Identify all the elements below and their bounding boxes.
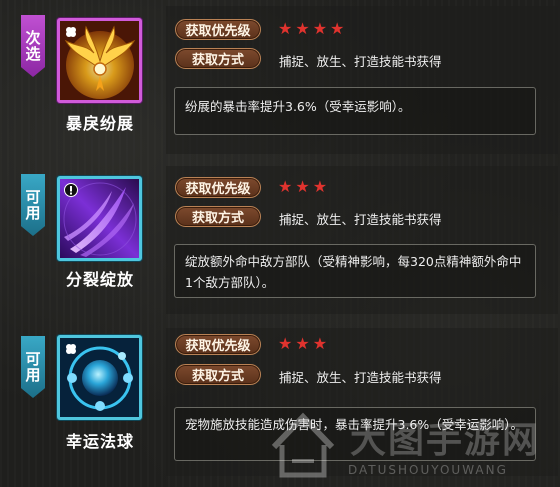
star-icon: ★ [330, 19, 345, 38]
priority-stars: ★ ★ ★ [278, 336, 327, 352]
skill-tag: 可用 [21, 336, 45, 398]
priority-stars: ★ ★ ★ [278, 179, 327, 195]
priority-label[interactable]: 获取优先级 [175, 19, 261, 40]
skill-icon-frame[interactable] [57, 176, 142, 261]
skill-tag: 次选 [21, 15, 45, 77]
star-icon: ★ [278, 334, 293, 353]
clover-badge-icon [66, 344, 76, 354]
skill-description: 宠物施放技能造成伤害时，暴击率提升3.6%（受幸运影响）。 [174, 407, 536, 461]
skill-card-2: 可用 分裂绽放 获取优先级 ★ ★ ★ 获取方式 捕捉、放生、打造技能书获得 绽… [0, 160, 560, 320]
skill-name: 分裂绽放 [65, 270, 134, 289]
priority-label[interactable]: 获取优先级 [175, 334, 261, 355]
star-icon: ★ [278, 19, 293, 38]
method-label[interactable]: 获取方式 [175, 206, 261, 227]
star-icon: ★ [278, 177, 293, 196]
skill-icon-frame[interactable] [57, 18, 142, 103]
skill-card-3: 可用 幸运法球 获取优先级 ★ ★ ★ 获取方式 捕捉、放生、打造技能书获得 宠… [0, 322, 560, 482]
star-icon: ★ [312, 177, 328, 196]
skill-tag: 可用 [21, 174, 45, 236]
method-text: 捕捉、放生、打造技能书获得 [279, 212, 442, 227]
skill-name: 幸运法球 [65, 432, 134, 451]
priority-label[interactable]: 获取优先级 [175, 177, 261, 198]
star-icon: ★ [295, 19, 310, 38]
star-icon: ★ [312, 334, 328, 353]
skill-description: 纷展的暴击率提升3.6%（受幸运影响）。 [174, 87, 536, 135]
method-text: 捕捉、放生、打造技能书获得 [279, 370, 442, 385]
skill-name: 暴戾纷展 [65, 114, 134, 133]
method-text: 捕捉、放生、打造技能书获得 [279, 54, 442, 69]
clover-badge-icon [66, 27, 76, 37]
skill-icon-frame[interactable] [57, 335, 142, 420]
priority-stars: ★ ★ ★ ★ [278, 21, 344, 37]
method-label[interactable]: 获取方式 [175, 48, 261, 69]
skill-description: 绽放额外命中敌方部队（受精神影响，每320点精神额外命中1个敌方部队）。 [174, 244, 536, 298]
star-icon: ★ [295, 177, 310, 196]
skill-card-1: 次选 暴戾纷展 获取优先级 ★ ★ ★ ★ 获取方式 捕捉、放生、打造技能书获得… [0, 0, 560, 160]
star-icon: ★ [295, 334, 310, 353]
star-icon: ★ [312, 19, 328, 38]
method-label[interactable]: 获取方式 [175, 364, 261, 385]
alert-badge-icon [64, 183, 78, 197]
